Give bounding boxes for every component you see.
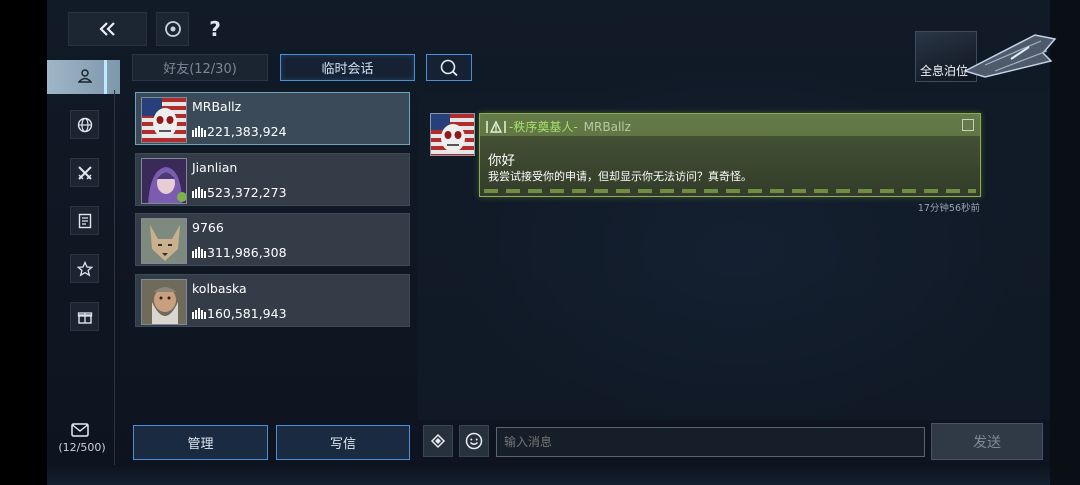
power-icon: [192, 126, 206, 137]
friend-power: 523,372,273: [192, 185, 287, 200]
chat-sender-avatar[interactable]: [430, 113, 475, 156]
left-black-bar: [0, 0, 47, 485]
friend-power: 311,986,308: [192, 245, 287, 260]
mail-icon[interactable]: [70, 422, 90, 438]
avatar: [141, 218, 187, 264]
sender-tag: -秩序奠基人- MRBallz: [486, 118, 631, 135]
friend-name: 9766: [192, 220, 224, 235]
power-icon: [192, 247, 206, 258]
sender-name: MRBallz: [583, 119, 631, 134]
target-icon: [164, 21, 181, 37]
expand-icon[interactable]: [962, 119, 974, 131]
friend-power-value: 523,372,273: [207, 185, 287, 200]
search-button[interactable]: [426, 54, 472, 81]
friend-item-kolbaska[interactable]: kolbaska 160,581,943: [135, 274, 410, 327]
bubble-glitch-decoration: [484, 189, 976, 193]
rank-icon: [486, 119, 506, 133]
person-icon: [75, 66, 95, 86]
friend-item-mrballz[interactable]: MRBallz 221,383,924: [135, 92, 410, 145]
help-button[interactable]: ?: [200, 12, 230, 46]
avatar: [141, 97, 187, 143]
tab-friends[interactable]: 好友(12/30): [132, 54, 268, 81]
friend-name: kolbaska: [192, 281, 247, 296]
friend-item-9766[interactable]: 9766 311,986,308: [135, 213, 410, 266]
sender-title: -秩序奠基人-: [509, 120, 578, 134]
star-icon: [76, 260, 93, 277]
mail-count: (12/500): [58, 441, 106, 454]
friend-name: Jianlian: [192, 160, 238, 175]
message-timestamp: 17分钟56秒前: [917, 203, 980, 214]
write-letter-button[interactable]: 写信: [276, 425, 410, 460]
avatar: [141, 279, 187, 325]
bottom-strip: [47, 463, 1050, 485]
send-button[interactable]: 发送: [931, 423, 1043, 460]
emoji-button[interactable]: [459, 425, 489, 457]
chat-message-bubble[interactable]: -秩序奠基人- MRBallz 你好 我尝试接受你的申请，但却显示你无法访问？真…: [479, 113, 981, 197]
friend-name: MRBallz: [192, 99, 242, 114]
search-icon: [440, 59, 458, 76]
friend-item-jianlian[interactable]: Jianlian 523,372,273: [135, 153, 410, 206]
location-diamond-icon: [430, 433, 446, 449]
double-chevron-left-icon: [98, 22, 115, 36]
sidebar-active-indicator: [104, 60, 107, 94]
tab-temp-chat[interactable]: 临时会话: [280, 54, 415, 81]
sidebar-item-gifts[interactable]: [70, 302, 99, 331]
gift-icon: [77, 311, 92, 324]
holo-berth-label: 全息泊位: [920, 64, 969, 78]
power-icon: [192, 187, 206, 198]
friend-power-value: 160,581,943: [207, 306, 287, 321]
target-button[interactable]: [156, 12, 189, 46]
message-input[interactable]: [496, 427, 925, 457]
avatar: [141, 158, 187, 204]
sidebar-item-favorites[interactable]: [70, 254, 99, 283]
holo-berth-button[interactable]: 全息泊位: [915, 31, 1057, 82]
emoji-icon: [465, 432, 483, 450]
message-text: 我尝试接受你的申请，但却显示你无法访问？真奇怪。: [488, 170, 752, 183]
friend-power-value: 311,986,308: [207, 245, 287, 260]
sidebar-divider: [114, 90, 115, 465]
message-greeting: 你好: [488, 153, 515, 169]
sidebar-item-globe[interactable]: [70, 110, 99, 139]
friend-power: 160,581,943: [192, 306, 287, 321]
globe-icon: [77, 117, 92, 132]
back-button[interactable]: [68, 12, 147, 46]
power-icon: [192, 308, 206, 319]
manage-button[interactable]: 管理: [133, 425, 268, 460]
sidebar-item-battle[interactable]: [70, 158, 99, 187]
friend-power-value: 221,383,924: [207, 124, 287, 139]
crossed-swords-icon: [77, 165, 92, 180]
location-share-button[interactable]: [423, 425, 453, 457]
friend-power: 221,383,924: [192, 124, 287, 139]
sidebar-item-documents[interactable]: [70, 206, 99, 235]
document-icon: [78, 213, 91, 228]
